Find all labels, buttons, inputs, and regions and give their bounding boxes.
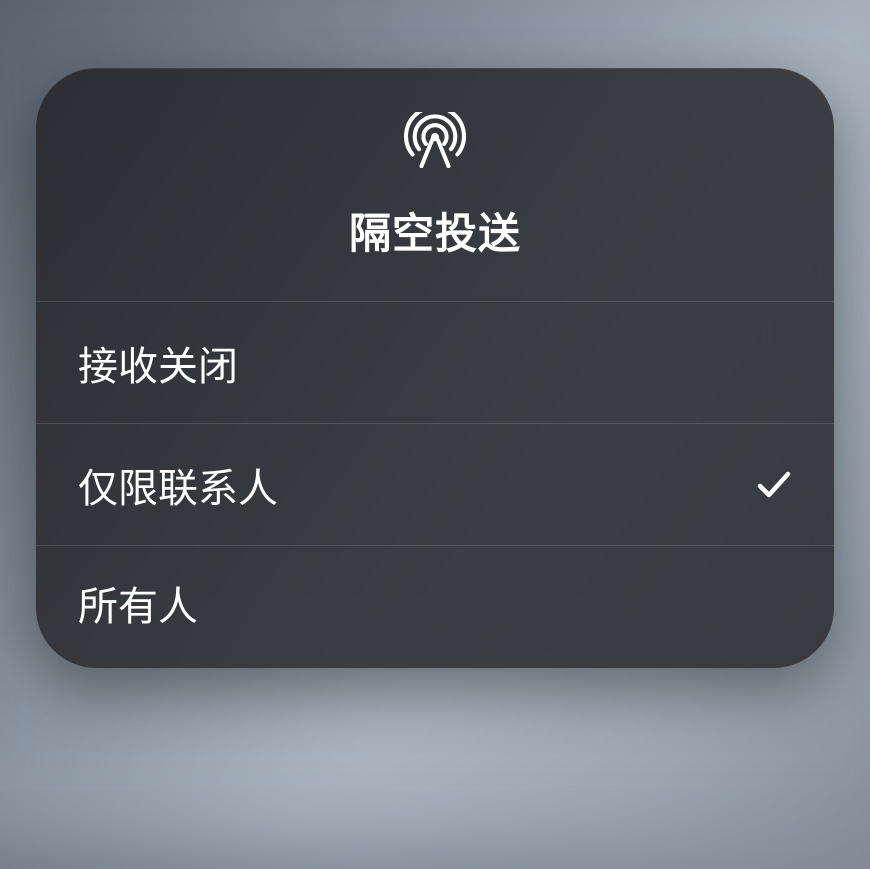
option-label: 仅限联系人: [78, 456, 278, 514]
option-everyone[interactable]: 所有人: [36, 546, 834, 668]
panel-title: 隔空投送: [349, 200, 521, 261]
option-receiving-off[interactable]: 接收关闭: [36, 302, 834, 424]
airdrop-icon: [404, 112, 466, 168]
airdrop-panel: 隔空投送 接收关闭 仅限联系人 所有人: [36, 68, 834, 668]
option-contacts-only[interactable]: 仅限联系人: [36, 424, 834, 546]
panel-header: 隔空投送: [36, 68, 834, 302]
option-label: 所有人: [78, 574, 198, 632]
checkmark-icon: [756, 467, 792, 503]
option-label: 接收关闭: [78, 334, 238, 392]
